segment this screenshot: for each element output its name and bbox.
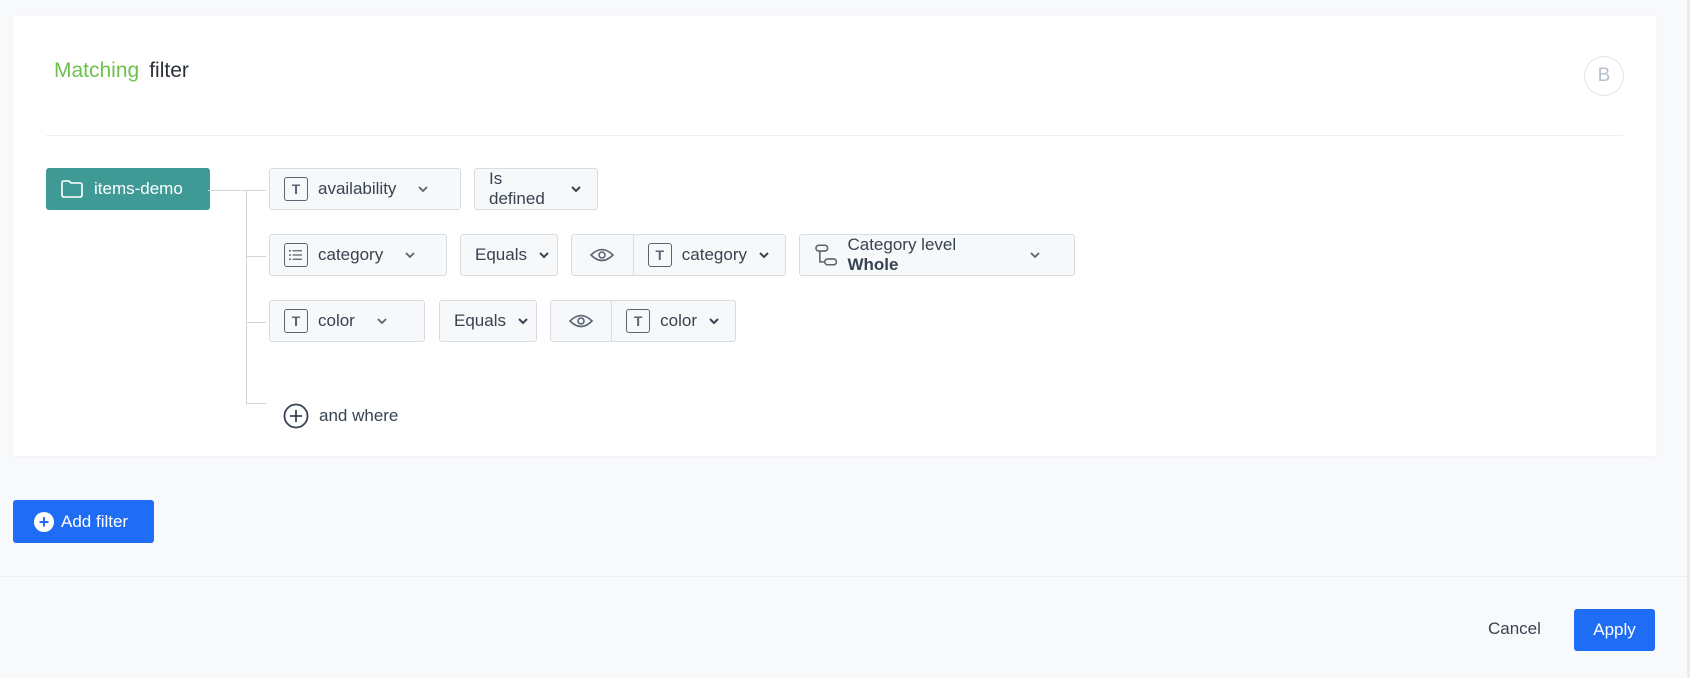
tree-branch [246,322,266,323]
chevron-down-icon [375,314,389,328]
chevron-down-icon [757,248,771,262]
chevron-down-icon [569,182,583,196]
chevron-down-icon [403,248,417,262]
operator-label: Is defined [489,169,545,208]
source-catalog-button[interactable]: items-demo [46,168,210,210]
attribute-label: availability [318,179,397,198]
tree-branch [246,403,266,404]
text-type-icon: T [647,243,672,267]
operator-select-equals[interactable]: Equals [439,300,537,342]
page-title: Matching filter [54,59,189,83]
category-level-select[interactable]: Category level Whole [799,234,1075,276]
operator-label: Equals [454,311,506,330]
apply-button[interactable]: Apply [1574,609,1655,651]
value-mode-toggle[interactable] [551,301,611,341]
value-select-category[interactable]: T category [571,234,786,276]
text-type-icon: T [284,309,308,333]
and-where-button[interactable]: and where [283,403,398,429]
chevron-down-icon [537,248,551,262]
operator-select-equals[interactable]: Equals [460,234,558,276]
attribute-select-color[interactable]: T color [269,300,425,342]
text-type-icon: T [284,177,308,201]
attribute-label: color [318,311,355,330]
divider [46,135,1623,136]
tree-branch [246,190,266,191]
value-label: color [660,311,697,330]
category-level-label: Category level [847,235,957,254]
attribute-select-availability[interactable]: T availability [269,168,461,210]
attribute-select-category[interactable]: category [269,234,447,276]
chevron-down-icon [1028,248,1042,262]
text-type-icon: T [626,309,651,333]
value-mode-toggle[interactable] [572,235,633,275]
operator-select-is-defined[interactable]: Is defined [474,168,598,210]
filter-card: Matching filter B items-demo T availabili… [13,16,1656,456]
tree-branch [246,256,266,257]
tree-connector [208,190,248,191]
eye-icon [569,314,594,328]
hierarchy-icon [815,244,838,266]
add-filter-button[interactable]: + Add filter [13,500,154,543]
operator-label: Equals [475,245,527,264]
plus-circle-icon [283,403,309,429]
and-where-label: and where [319,406,399,425]
value-select-color[interactable]: T color [550,300,736,342]
value-label: category [681,245,747,264]
eye-icon [590,248,615,262]
cancel-button[interactable]: Cancel [1488,619,1541,639]
chevron-down-icon [416,182,430,196]
plus-icon: + [34,511,54,532]
add-filter-label: Add filter [61,511,129,531]
attribute-label: category [318,245,384,264]
source-label: items-demo [94,179,183,198]
avatar[interactable]: B [1584,56,1624,96]
list-type-icon [284,243,308,267]
title-highlight: Matching [54,59,140,82]
chevron-down-icon [516,314,530,328]
tree-line [246,190,247,404]
chevron-down-icon [707,314,721,328]
folder-icon [61,180,83,198]
category-level-value: Whole [847,255,899,274]
footer-divider [0,576,1690,577]
title-rest: filter [149,59,189,82]
